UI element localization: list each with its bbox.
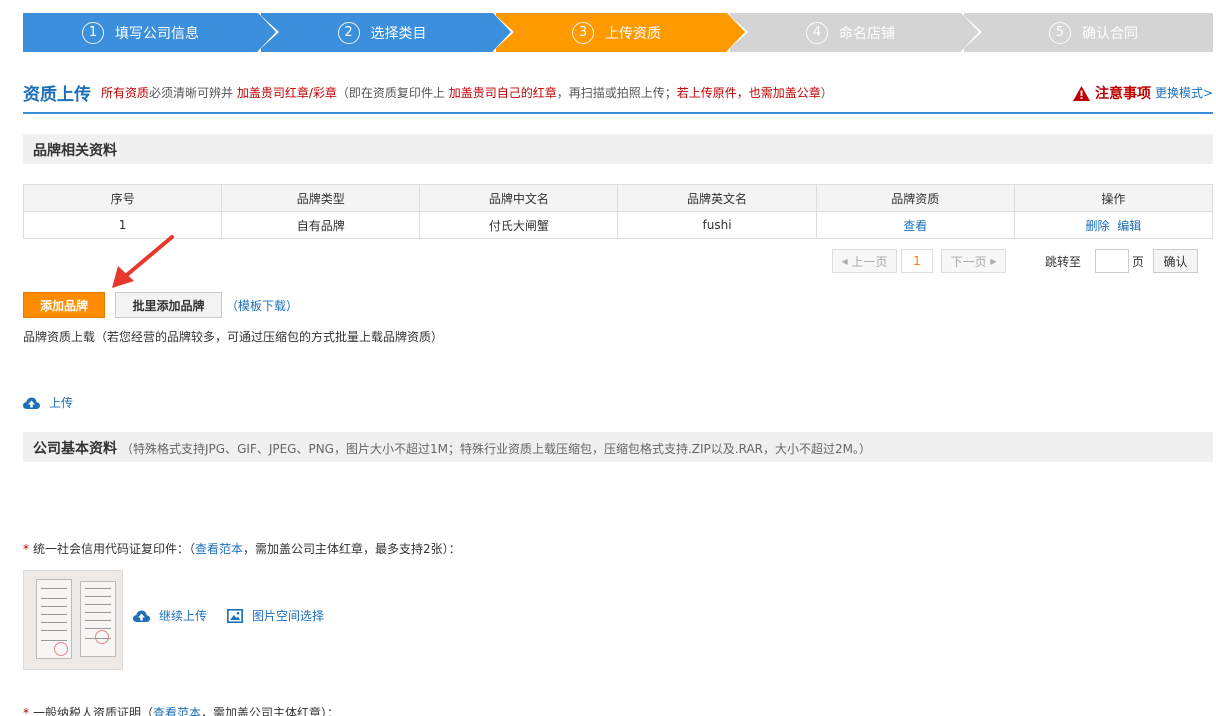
step-4: 4 命名店铺 [730, 13, 982, 52]
uploaded-license-thumbnail[interactable] [23, 570, 123, 670]
tax-qualification-label: * 一般纳税人资质证明（查看范本，需加盖公司主体红章）： [23, 704, 339, 716]
cell-qualification: 查看 [815, 211, 1015, 239]
pagination: ◂ 上一页 1 下一页 ▸ 跳转至 页 确认 [0, 249, 1216, 273]
jump-page-input[interactable] [1095, 249, 1129, 273]
cell-cn-name: 付氏大闸蟹 [419, 211, 619, 239]
view-sample-link[interactable]: 查看范本 [195, 542, 243, 556]
brand-section-title: 品牌相关资料 [33, 143, 117, 159]
warning-triangle-icon [1073, 85, 1090, 101]
step-number: 4 [806, 21, 828, 44]
table-header-row: 序号 品牌类型 品牌中文名 品牌英文名 品牌资质 操作 [22, 184, 1214, 212]
credit-code-label: * 统一社会信用代码证复印件：（查看范本，需加盖公司主体红章，最多支持2张）： [23, 542, 461, 556]
red-arrow-pointer [112, 235, 174, 288]
company-section-band: 公司基本资料 （特殊格式支持JPG、GIF、JPEG、PNG，图片大小不超过1M；… [23, 432, 1213, 462]
step-number: 1 [82, 21, 104, 44]
brand-section-band: 品牌相关资料 [23, 134, 1213, 164]
col-index: 序号 [22, 184, 223, 212]
step-number: 3 [572, 21, 594, 44]
col-en-name: 品牌英文名 [617, 184, 817, 212]
step-3: 3 上传资质 [496, 13, 748, 52]
step-label: 填写公司信息 [115, 25, 199, 42]
upload-notice: 所有资质必须清晰可辨并 加盖贵司红章/彩章（即在资质复印件上 加盖贵司自己的红章… [101, 86, 833, 100]
view-link[interactable]: 查看 [903, 219, 927, 233]
cloud-upload-icon [23, 397, 40, 409]
cloud-upload-icon [133, 610, 150, 622]
company-section-title: 公司基本资料 （特殊格式支持JPG、GIF、JPEG、PNG，图片大小不超过1M；… [33, 441, 871, 457]
col-cn-name: 品牌中文名 [419, 184, 619, 212]
delete-link[interactable]: 删除 [1086, 219, 1110, 233]
col-type: 品牌类型 [221, 184, 421, 212]
table-row: 1 自有品牌 付氏大闸蟹 fushi 查看 删除 编辑 [22, 211, 1214, 239]
next-page-button[interactable]: 下一页 ▸ [941, 249, 1006, 273]
continue-upload-link[interactable]: 继续上传 [133, 607, 207, 624]
edit-link[interactable]: 编辑 [1117, 219, 1141, 233]
batch-add-brand-button[interactable]: 批里添加品牌 [115, 292, 222, 318]
page-title: 资质上传 [23, 85, 91, 105]
template-download-link[interactable]: （模板下载） [226, 297, 298, 314]
step-label: 确认合同 [1082, 25, 1138, 42]
attention-link[interactable]: 注意事项 [1073, 83, 1151, 103]
step-number: 2 [337, 21, 360, 44]
cell-actions: 删除 编辑 [1013, 211, 1214, 239]
col-qualification: 品牌资质 [815, 184, 1015, 212]
qualification-header: 资质上传 所有资质必须清晰可辨并 加盖贵司红章/彩章（即在资质复印件上 加盖贵司… [23, 76, 1213, 114]
image-icon [227, 608, 243, 623]
cell-en-name: fushi [617, 211, 817, 239]
image-space-link[interactable]: 图片空间选择 [227, 607, 324, 624]
step-2: 2 选择类目 [261, 13, 514, 52]
add-brand-button[interactable]: 添加品牌 [23, 292, 105, 318]
brand-table: 序号 品牌类型 品牌中文名 品牌英文名 品牌资质 操作 1 自有品牌 付氏大闸蟹… [22, 184, 1214, 239]
step-5: 5 确认合同 [964, 13, 1213, 52]
page-unit: 页 [1132, 255, 1145, 269]
jump-confirm-button[interactable]: 确认 [1153, 249, 1198, 273]
progress-steps: 1 填写公司信息 2 选择类目 3 上传资质 4 命名店铺 5 确认合同 [23, 13, 1213, 52]
upload-link[interactable]: 上传 [23, 394, 73, 411]
step-label: 上传资质 [605, 25, 661, 42]
view-sample-link[interactable]: 查看范本 [153, 706, 201, 716]
step-1: 1 填写公司信息 [23, 13, 279, 52]
col-actions: 操作 [1013, 184, 1214, 212]
page-number[interactable]: 1 [901, 249, 933, 273]
step-number: 5 [1049, 21, 1071, 44]
prev-page-button[interactable]: ◂ 上一页 [832, 249, 897, 273]
cell-type: 自有品牌 [221, 211, 421, 239]
step-label: 命名店铺 [839, 25, 895, 42]
batch-upload-note: 品牌资质上载（若您经营的品牌较多，可通过压缩包的方式批量上载品牌资质） [23, 330, 444, 344]
jump-label: 跳转至 [1045, 255, 1082, 269]
format-note: （特殊格式支持JPG、GIF、JPEG、PNG，图片大小不超过1M；特殊行业资质… [121, 442, 871, 456]
step-label: 选择类目 [370, 25, 427, 42]
switch-mode-link[interactable]: 更换模式> [1155, 84, 1213, 101]
